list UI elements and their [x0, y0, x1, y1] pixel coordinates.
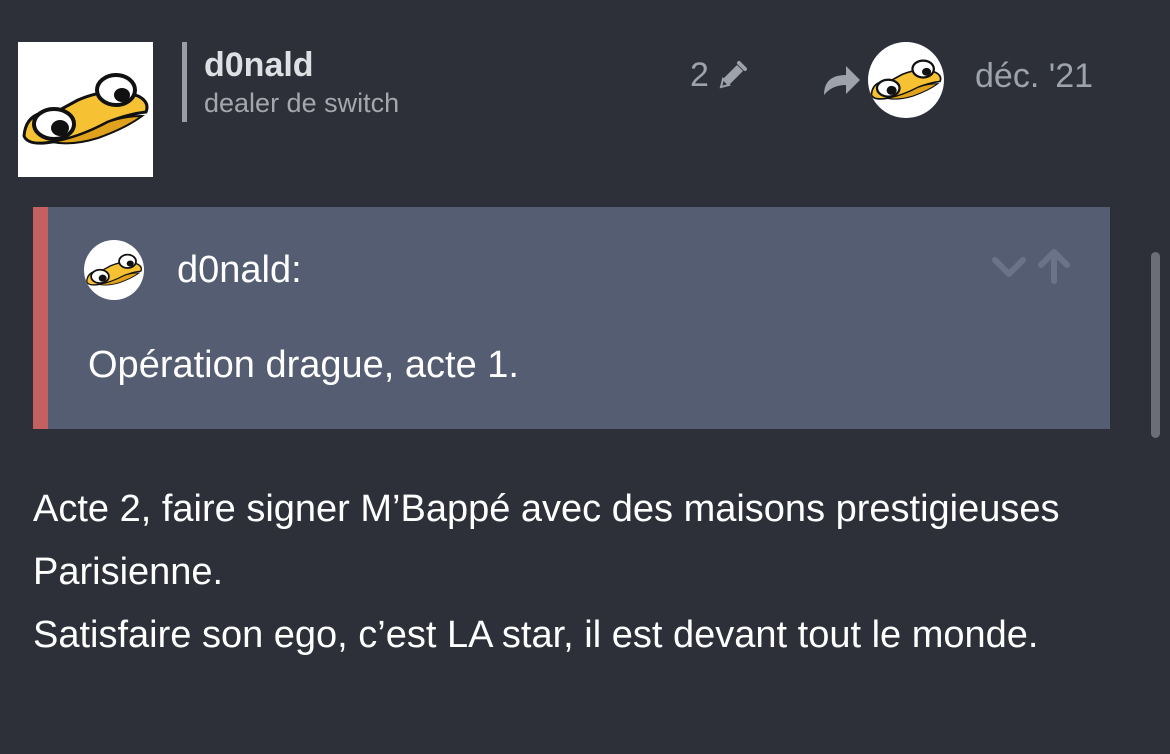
duck-avatar-icon: [22, 73, 149, 145]
quote-header: d0nald:: [84, 240, 302, 300]
reply-arrow-icon: [824, 66, 860, 95]
author-username[interactable]: d0nald: [204, 44, 399, 86]
quote-block: d0nald: Opération drague, acte 1.: [33, 207, 1110, 429]
author-avatar[interactable]: [18, 42, 153, 177]
duck-avatar-icon: [870, 59, 942, 100]
scrollbar[interactable]: [1151, 252, 1160, 438]
reply-to-avatar: [868, 42, 944, 118]
duck-avatar-icon: [85, 253, 142, 286]
post-paragraph: Acte 2, faire signer M’Bappé avec des ma…: [33, 488, 1060, 593]
quote-username: d0nald:: [177, 248, 302, 291]
quote-text: Opération drague, acte 1.: [88, 344, 519, 386]
edit-count-label: 2: [690, 56, 709, 94]
post-body: Acte 2, faire signer M’Bappé avec des ma…: [33, 478, 1113, 667]
reply-to-tab[interactable]: [820, 42, 944, 118]
post-date[interactable]: déc. '21: [975, 57, 1093, 96]
author-title: dealer de switch: [204, 88, 400, 118]
quote-avatar: [84, 240, 144, 300]
edit-history-button[interactable]: 2: [690, 56, 749, 95]
author-info: d0nald dealer de switch: [182, 42, 399, 122]
arrow-up-icon[interactable]: [1036, 247, 1072, 285]
chevron-down-icon[interactable]: [990, 251, 1028, 281]
quote-controls: [982, 247, 1072, 285]
forum-post: d0nald dealer de switch 2 déc. '21 d0nal…: [0, 0, 1170, 754]
pencil-icon: [719, 60, 747, 88]
post-paragraph: Satisfaire son ego, c’est LA star, il es…: [33, 614, 1039, 656]
